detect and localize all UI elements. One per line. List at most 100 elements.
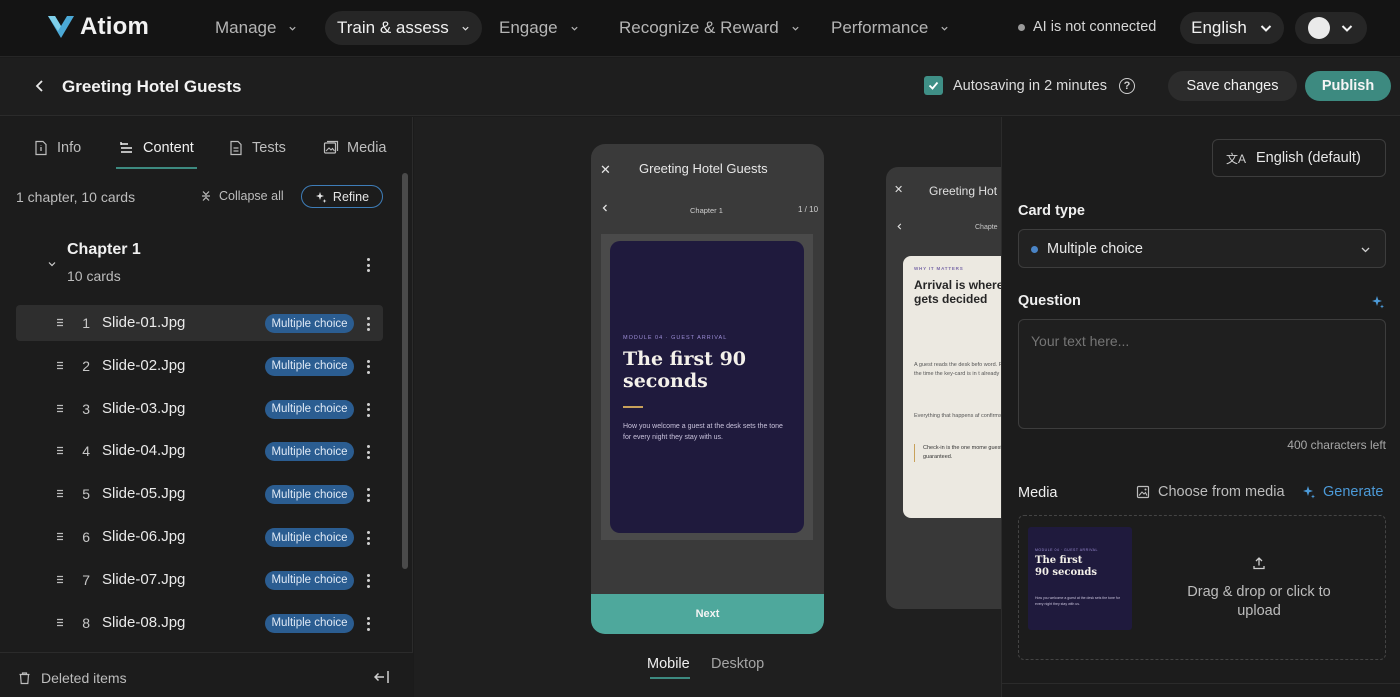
- course-header: Greeting Hotel Guests Autosaving in 2 mi…: [0, 58, 1400, 116]
- choose-from-media-label: Choose from media: [1158, 484, 1285, 500]
- back-arrow-icon[interactable]: [896, 223, 903, 230]
- row-more-icon[interactable]: [366, 402, 370, 417]
- slide-number: 2: [82, 357, 90, 374]
- row-more-icon[interactable]: [366, 616, 370, 631]
- check-icon: [928, 81, 939, 90]
- collapse-all-button[interactable]: Collapse all: [200, 189, 284, 203]
- tests-document-icon: [230, 140, 242, 156]
- card-type-badge: Multiple choice: [265, 613, 354, 633]
- publish-button[interactable]: Publish: [1305, 71, 1391, 101]
- help-icon[interactable]: ?: [1118, 77, 1135, 94]
- drag-handle-icon[interactable]: [56, 404, 64, 413]
- mobile-chapter-label: Chapter 1: [690, 206, 723, 215]
- row-more-icon[interactable]: [366, 488, 370, 503]
- slide-row[interactable]: 3 Slide-03.Jpg Multiple choice: [16, 391, 383, 427]
- nav-manage[interactable]: Manage: [203, 11, 309, 45]
- autosave-checkbox[interactable]: [924, 76, 943, 95]
- save-button[interactable]: Save changes: [1168, 71, 1297, 101]
- card-language-label: English (default): [1256, 150, 1361, 166]
- row-more-icon[interactable]: [366, 317, 370, 331]
- user-menu[interactable]: [1295, 12, 1367, 44]
- slide-row[interactable]: 7 Slide-07.Jpg Multiple choice: [16, 562, 383, 598]
- row-more-icon[interactable]: [366, 359, 370, 374]
- row-more-icon[interactable]: [366, 531, 370, 545]
- language-selector[interactable]: English: [1180, 12, 1284, 44]
- collapse-panel-icon[interactable]: [374, 670, 390, 684]
- slide-row[interactable]: 5 Slide-05.Jpg Multiple choice: [16, 476, 383, 512]
- thumbnail-kicker: MODULE 04 · GUEST ARRIVAL: [1035, 548, 1098, 552]
- tab-content[interactable]: Content: [119, 140, 194, 156]
- drag-handle-icon[interactable]: [56, 618, 64, 627]
- card-type-badge: Multiple choice: [265, 399, 354, 419]
- sparkle-icon: [1303, 486, 1315, 499]
- active-tab-indicator: [116, 167, 197, 169]
- chapter-title[interactable]: Chapter 1: [67, 241, 141, 259]
- tab-info[interactable]: Info: [33, 140, 81, 156]
- refine-label: Refine: [332, 189, 370, 204]
- chevron-down-icon: [462, 26, 469, 31]
- tab-media[interactable]: Media: [323, 140, 387, 156]
- refine-button[interactable]: Refine: [301, 185, 383, 208]
- slide-row[interactable]: 6 Slide-06.Jpg Multiple choice: [16, 519, 383, 555]
- slide-heading: The first 90 seconds: [623, 348, 747, 392]
- drag-handle-icon[interactable]: [56, 446, 64, 455]
- slide-row[interactable]: 1 Slide-01.Jpg Multiple choice: [16, 305, 383, 341]
- drag-handle-icon[interactable]: [56, 361, 64, 370]
- slide-row[interactable]: 4 Slide-04.Jpg Multiple choice: [16, 433, 383, 469]
- chevron-down-icon: [1361, 247, 1370, 253]
- slide-name: Slide-06.Jpg: [102, 528, 186, 545]
- row-more-icon[interactable]: [366, 445, 370, 460]
- close-icon[interactable]: ✕: [894, 183, 903, 196]
- deleted-items-button[interactable]: Deleted items: [18, 670, 127, 686]
- ai-sparkle-icon[interactable]: [1371, 295, 1385, 309]
- logo[interactable]: Atiom: [46, 13, 149, 41]
- slide-name: Slide-08.Jpg: [102, 613, 186, 631]
- chapter-more-icon[interactable]: [366, 258, 370, 272]
- question-input[interactable]: [1018, 319, 1386, 429]
- slide-name: Slide-04.Jpg: [102, 442, 186, 460]
- nav-recognize-reward[interactable]: Recognize & Reward: [607, 11, 812, 45]
- drag-handle-icon[interactable]: [56, 489, 64, 498]
- nav-engage[interactable]: Engage: [487, 11, 591, 45]
- choose-from-media-button[interactable]: Choose from media: [1136, 484, 1285, 500]
- card-type-select[interactable]: Multiple choice: [1018, 229, 1386, 268]
- media-dropzone[interactable]: MODULE 04 · GUEST ARRIVAL The first 90 s…: [1018, 515, 1386, 660]
- generate-button[interactable]: Generate: [1302, 484, 1383, 500]
- drag-handle-icon[interactable]: [56, 318, 64, 327]
- chevron-down-icon: [571, 26, 578, 31]
- nav-performance[interactable]: Performance: [819, 11, 961, 45]
- back-arrow-icon[interactable]: [601, 204, 609, 212]
- thumbnail-body: How you welcome a guest at the desk sets…: [1035, 596, 1121, 606]
- chevron-down-icon[interactable]: [47, 259, 57, 269]
- tab-mobile[interactable]: Mobile: [647, 656, 690, 672]
- slide-row[interactable]: 8 Slide-08.Jpg Multiple choice: [16, 605, 383, 641]
- generate-label: Generate: [1323, 484, 1384, 500]
- drag-handle-icon[interactable]: [56, 532, 64, 541]
- language-label: English: [1191, 18, 1247, 37]
- image-gallery-icon: [323, 140, 339, 154]
- drag-handle-icon[interactable]: [56, 575, 64, 584]
- desktop-slide-quote: Check-in is the one mome guest goes thro…: [914, 444, 1001, 462]
- slide-number: 1: [82, 315, 90, 331]
- tab-desktop[interactable]: Desktop: [711, 656, 764, 672]
- next-button[interactable]: Next: [591, 594, 824, 634]
- content-panel: Info Content Tests Media 1 chapter, 10 c…: [0, 117, 413, 697]
- card-language-selector[interactable]: 文A English (default): [1212, 139, 1386, 177]
- slide-number: 3: [82, 400, 90, 417]
- question-label: Question: [1018, 293, 1081, 309]
- nav-train-assess[interactable]: Train & assess: [325, 11, 482, 45]
- media-thumbnail[interactable]: MODULE 04 · GUEST ARRIVAL The first 90 s…: [1028, 527, 1132, 630]
- close-icon[interactable]: ✕: [600, 162, 611, 178]
- ai-status-text: AI is not connected: [1033, 19, 1157, 35]
- scrollbar[interactable]: [402, 173, 408, 569]
- row-more-icon[interactable]: [366, 573, 370, 588]
- card-type-badge: Multiple choice: [265, 528, 354, 547]
- thumbnail-heading: The first 90 seconds: [1035, 555, 1098, 578]
- nav-manage-label: Manage: [215, 18, 277, 37]
- back-arrow-icon[interactable]: [32, 78, 48, 94]
- slide-row[interactable]: 2 Slide-02.Jpg Multiple choice: [16, 348, 383, 384]
- tab-tests[interactable]: Tests: [228, 140, 286, 156]
- slide-frame: MODULE 04 · GUEST ARRIVAL The first 90 s…: [601, 234, 813, 540]
- slide-name: Slide-05.Jpg: [102, 485, 186, 503]
- translate-icon: 文A: [1226, 151, 1247, 166]
